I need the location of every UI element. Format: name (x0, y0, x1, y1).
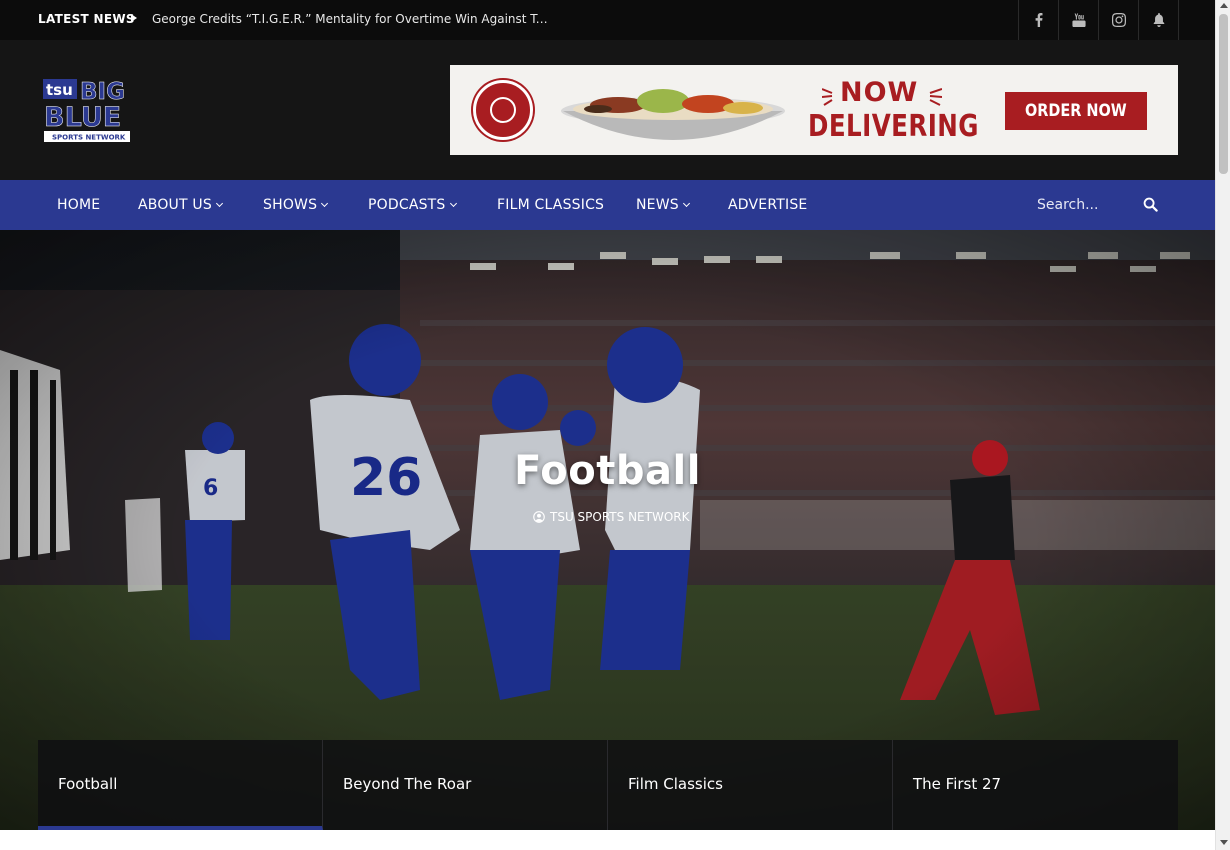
nav-item-label: ADVERTISE (728, 197, 808, 213)
search-input[interactable] (1037, 193, 1137, 217)
ad-headline-delivering: DELIVERING (808, 109, 979, 144)
nav-search (1037, 193, 1162, 217)
nav-item-label: FILM CLASSICS (497, 197, 605, 213)
scroll-thumb[interactable] (1219, 14, 1228, 174)
tile-label: Film Classics (628, 775, 723, 793)
tile-film-classics[interactable]: Film Classics (608, 740, 893, 830)
nav-item-film-classics[interactable]: FILM CLASSICS (497, 180, 604, 230)
category-tiles: Football Beyond The Roar Film Classics T… (38, 740, 1178, 830)
nav-item-label: NEWS (636, 197, 679, 213)
tile-label: Football (58, 775, 118, 793)
nav-item-home[interactable]: HOME (57, 180, 100, 230)
latest-news-label: LATEST NEWS (38, 12, 135, 26)
logo-tsu-text: tsu (46, 81, 73, 99)
tile-beyond-the-roar[interactable]: Beyond The Roar (323, 740, 608, 830)
top-bar: LATEST NEWS George Credits “T.I.G.E.R.” … (0, 0, 1215, 40)
nav-item-shows[interactable]: SHOWS (263, 180, 329, 230)
chevron-down-icon (215, 199, 223, 208)
ad-cta-label: ORDER NOW (1025, 101, 1127, 121)
nav-item-label: HOME (57, 197, 101, 213)
tile-the-first-27[interactable]: The First 27 (893, 740, 1178, 830)
nav-item-podcasts[interactable]: PODCASTS (368, 180, 457, 230)
nav-item-advertise[interactable]: ADVERTISE (728, 180, 807, 230)
page-title: Football (514, 448, 701, 494)
chevron-down-icon (682, 199, 690, 208)
tile-football[interactable]: Football (38, 740, 323, 830)
youtube-icon[interactable] (1059, 0, 1099, 40)
social-links (1018, 0, 1179, 40)
nav-item-label: SHOWS (263, 197, 318, 213)
logo-subtitle-text: SPORTS NETWORK (52, 134, 126, 142)
main-nav: HOME ABOUT US SHOWS PODCASTS FILM CLASSI… (0, 180, 1215, 230)
chevron-down-icon (449, 199, 457, 208)
facebook-icon[interactable] (1019, 0, 1059, 40)
burrito-bowl-image (561, 89, 785, 140)
chevron-down-icon (321, 199, 329, 208)
hero-author[interactable]: TSU SPORTS NETWORK (533, 510, 689, 524)
tile-label: The First 27 (913, 775, 1002, 793)
site-header: tsu BIG BLUE SPORTS NETWORK NOW DELIVERI… (0, 40, 1215, 180)
page-scrollbar[interactable] (1215, 0, 1230, 850)
chipotle-logo (473, 80, 533, 140)
page-bottom-strip (0, 830, 1215, 850)
hero-author-name: TSU SPORTS NETWORK (550, 510, 690, 524)
scroll-down-arrow-icon[interactable] (1220, 840, 1228, 845)
hero-section: 26 6 Football TSU SPORTS NETWORK Footb (0, 230, 1215, 850)
scroll-up-arrow-icon[interactable] (1220, 3, 1228, 8)
latest-news-headline[interactable]: George Credits “T.I.G.E.R.” Mentality fo… (152, 12, 552, 26)
instagram-icon[interactable] (1099, 0, 1139, 40)
user-circle-icon (533, 511, 545, 523)
tile-label: Beyond The Roar (343, 775, 472, 793)
search-icon[interactable] (1143, 197, 1158, 212)
nav-item-news[interactable]: NEWS (636, 180, 690, 230)
caret-right-icon (131, 14, 137, 22)
ad-headline-now: NOW (840, 77, 919, 108)
nav-item-label: PODCASTS (368, 197, 446, 213)
nav-item-about-us[interactable]: ABOUT US (138, 180, 223, 230)
ad-order-now-button[interactable]: ORDER NOW (1005, 92, 1147, 130)
bell-icon[interactable] (1139, 0, 1179, 40)
chipotle-ad-banner[interactable]: NOW DELIVERING ORDER NOW (450, 65, 1178, 155)
site-logo[interactable]: tsu BIG BLUE SPORTS NETWORK (42, 78, 134, 144)
nav-item-label: ABOUT US (138, 197, 212, 213)
logo-blue-text: BLUE (44, 102, 121, 133)
